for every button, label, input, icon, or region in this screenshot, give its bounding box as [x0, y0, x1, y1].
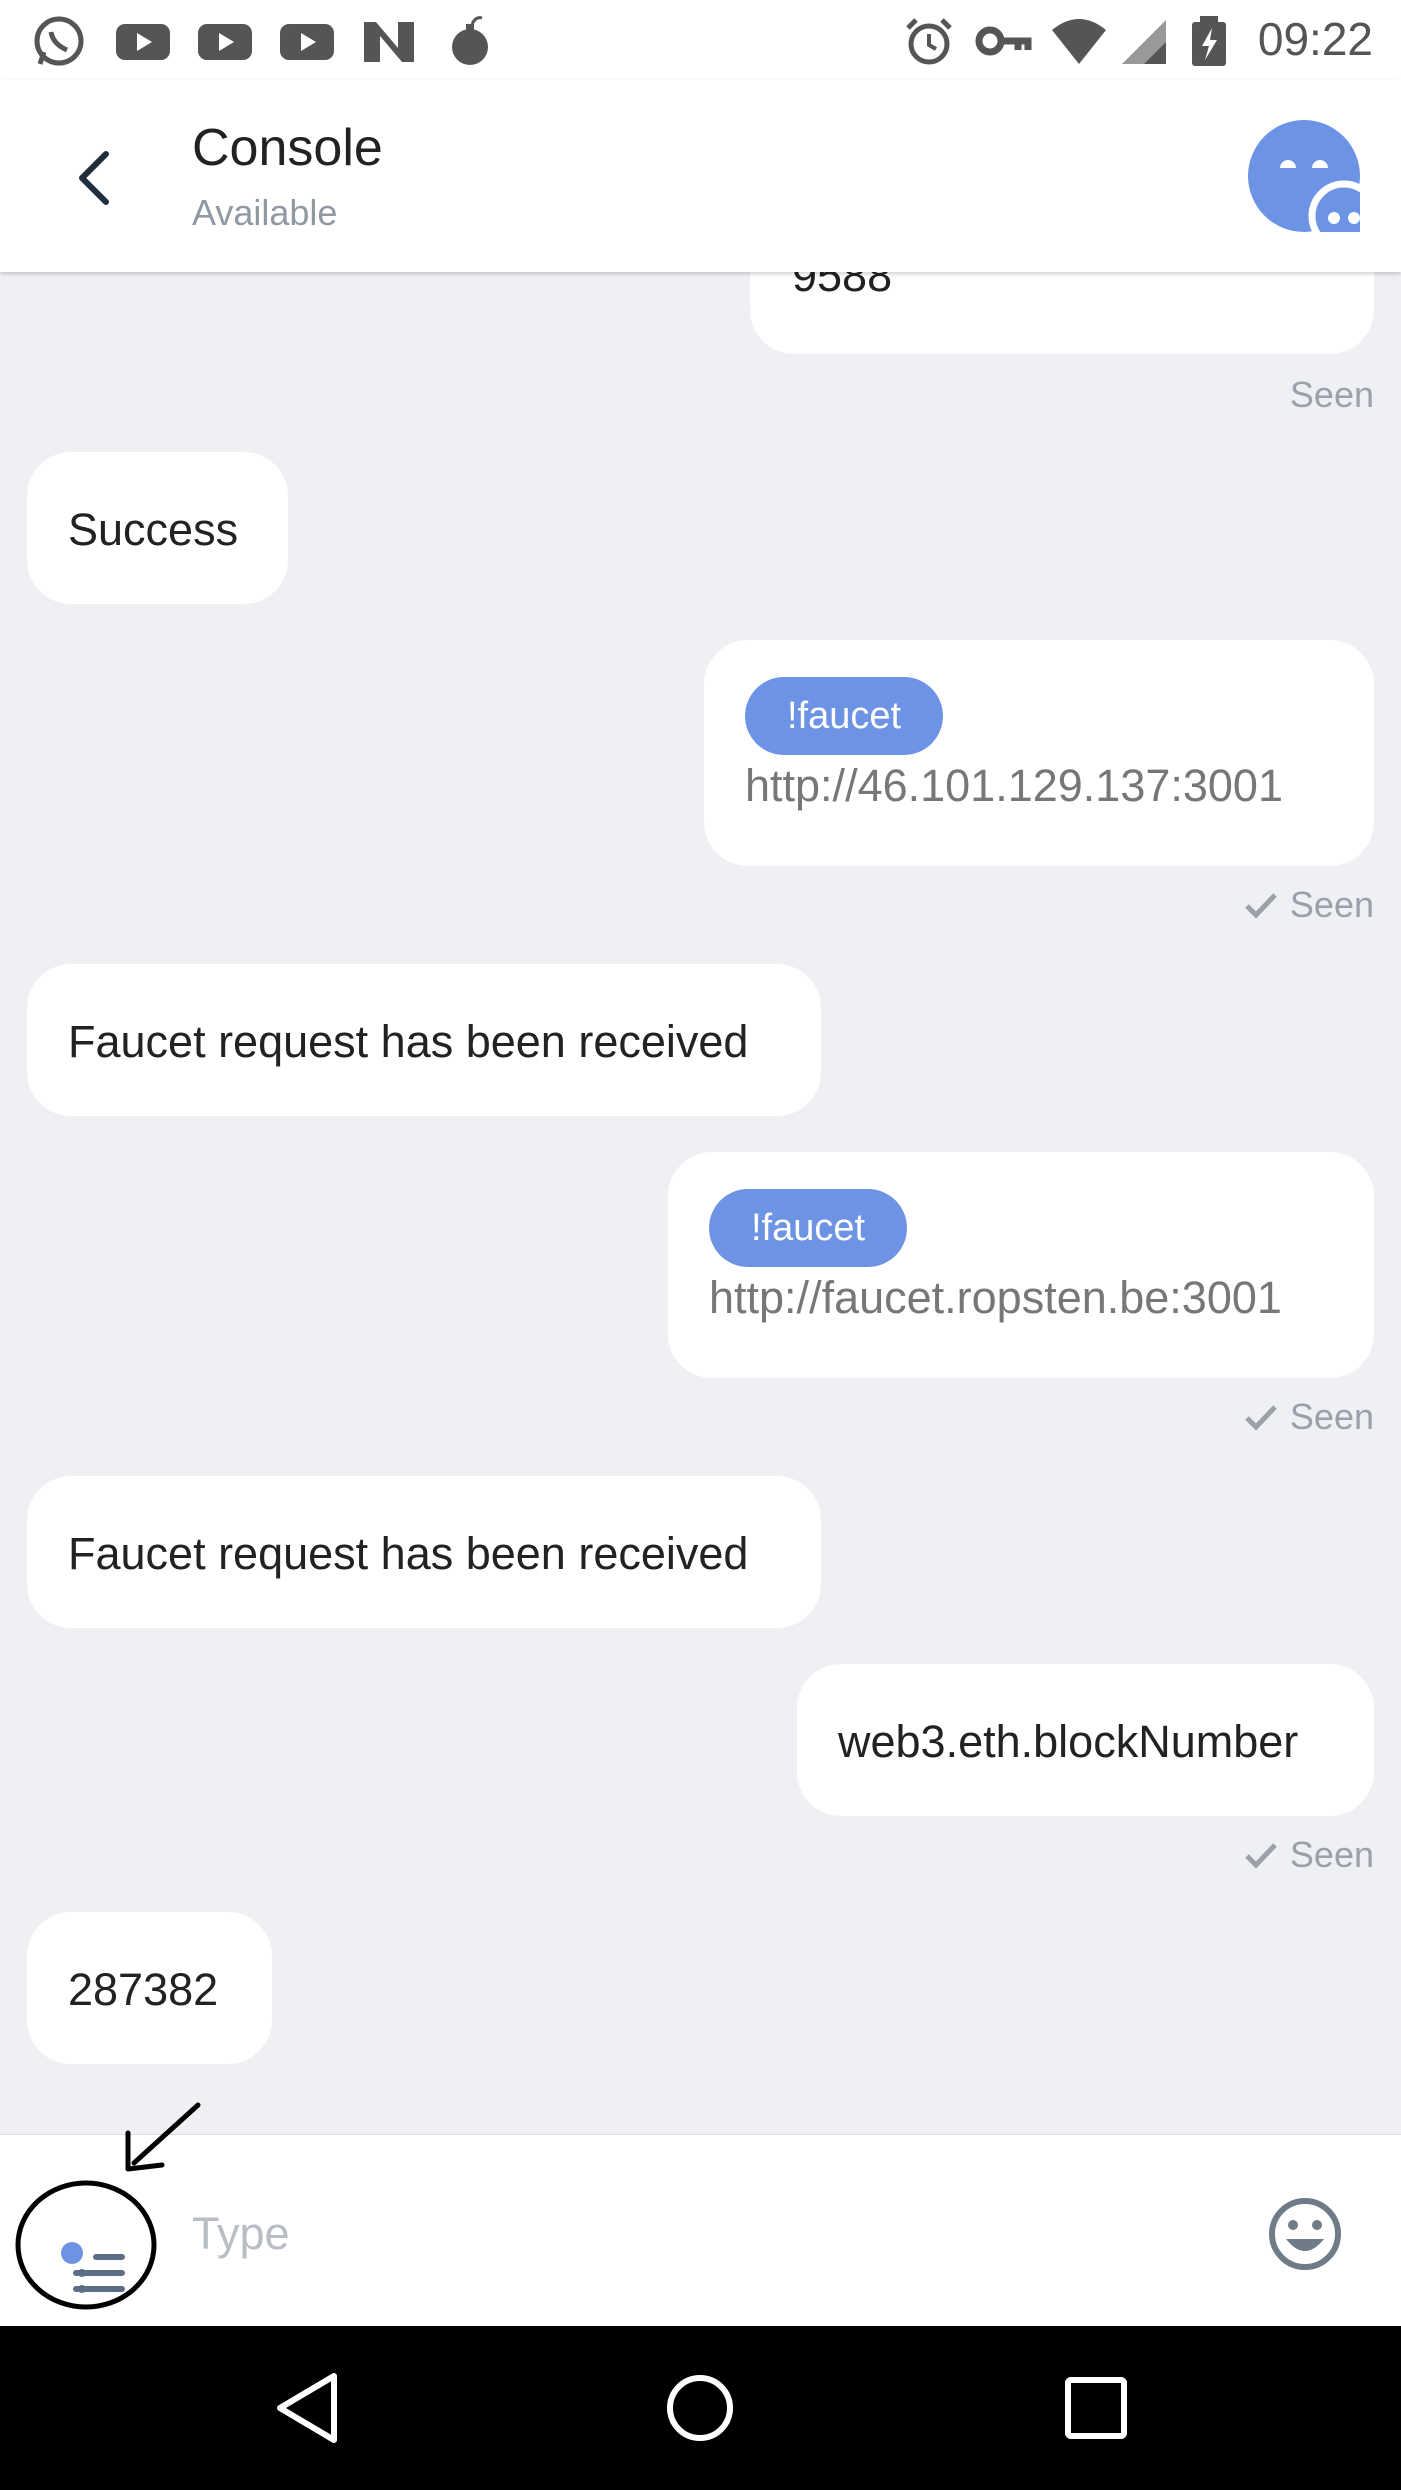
message-text: Faucet request has been received	[68, 1016, 749, 1067]
whatsapp-icon	[34, 16, 84, 66]
emoji-button[interactable]	[1268, 2197, 1342, 2271]
circle-home-icon	[667, 2375, 733, 2441]
status-time: 09:22	[1257, 13, 1373, 65]
back-nav-button[interactable]	[270, 2370, 346, 2446]
message-list[interactable]: 9588 Seen Success !faucet http://46.101.…	[0, 272, 1401, 2134]
n-app-icon	[364, 22, 414, 62]
message-bubble-outgoing[interactable]: 9588	[750, 272, 1374, 354]
message-bubble-incoming[interactable]: Faucet request has been received	[27, 964, 821, 1116]
message-input[interactable]	[190, 2193, 1224, 2275]
message-bubble-incoming[interactable]: 287382	[27, 1912, 272, 2064]
system-nav-bar	[0, 2326, 1401, 2490]
commands-list-icon	[15, 2180, 157, 2310]
avatar[interactable]	[1248, 120, 1380, 252]
command-argument: http://46.101.129.137:3001	[745, 760, 1283, 811]
message-status: Seen	[1244, 884, 1374, 926]
signal-icon	[1122, 20, 1166, 64]
home-nav-button[interactable]	[662, 2370, 738, 2446]
console-bot-icon	[1280, 160, 1380, 252]
message-text: Faucet request has been received	[68, 1528, 749, 1579]
triangle-back-icon	[277, 2373, 337, 2443]
square-recents-icon	[1065, 2377, 1127, 2439]
back-button[interactable]	[56, 138, 136, 218]
message-text: 287382	[68, 1964, 219, 2015]
bomb-icon	[452, 16, 488, 65]
command-badge: !faucet	[709, 1189, 908, 1267]
commands-button[interactable]	[14, 2175, 164, 2325]
smiley-icon	[1269, 2198, 1341, 2270]
command-badge: !faucet	[745, 677, 944, 755]
message-bubble-outgoing[interactable]: web3.eth.blockNumber	[797, 1664, 1374, 1816]
command-argument: http://faucet.ropsten.be:3001	[709, 1272, 1282, 1323]
chat-title: Console	[192, 119, 383, 177]
youtube-icon	[280, 24, 334, 60]
message-status: Seen	[1289, 374, 1374, 415]
vpn-key-icon	[975, 26, 1032, 56]
message-text: web3.eth.blockNumber	[838, 1716, 1299, 1767]
chat-header: Console Available	[0, 80, 1401, 272]
message-bubble-incoming[interactable]: Success	[27, 452, 288, 604]
message-text: Success	[68, 504, 239, 555]
checkmark-icon	[1245, 1405, 1277, 1431]
message-status: Seen	[1244, 1834, 1374, 1876]
message-bubble-outgoing[interactable]: !faucet http://46.101.129.137:3001	[704, 640, 1374, 866]
youtube-icon	[198, 24, 252, 60]
alarm-icon	[906, 18, 952, 65]
battery-charging-icon	[1192, 16, 1226, 66]
youtube-icon	[116, 24, 170, 60]
recents-nav-button[interactable]	[1058, 2370, 1134, 2446]
message-bubble-incoming[interactable]: Faucet request has been received	[27, 1476, 821, 1628]
message-status: Seen	[1244, 1396, 1374, 1438]
wifi-icon	[1052, 19, 1106, 64]
checkmark-icon	[1245, 893, 1277, 919]
message-input-bar	[0, 2102, 1401, 2327]
chat-status: Available	[192, 192, 338, 233]
status-bar: 09:22	[0, 0, 1401, 80]
message-bubble-outgoing[interactable]: !faucet http://faucet.ropsten.be:3001	[668, 1152, 1374, 1378]
chevron-left-icon	[79, 151, 109, 205]
checkmark-icon	[1245, 1843, 1277, 1869]
message-text: 9588	[792, 272, 893, 301]
